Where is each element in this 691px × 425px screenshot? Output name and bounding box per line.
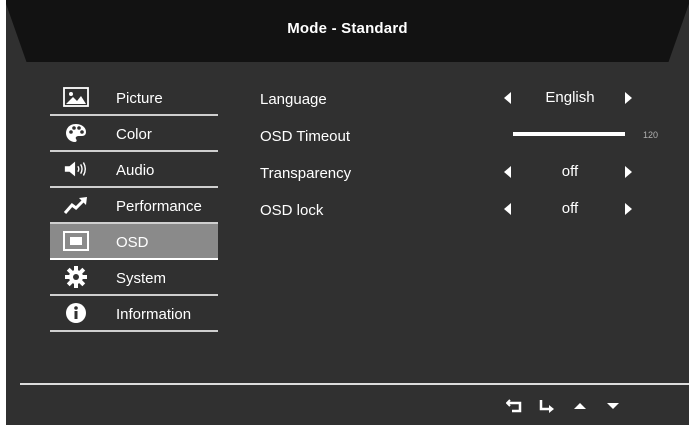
osd-main-menu: Picture Color Audio Performance OSD Syst… [50, 80, 218, 332]
osd-lock-label: OSD lock [260, 202, 324, 219]
footer-divider [20, 383, 689, 385]
menu-item-label: System [116, 270, 167, 287]
info-icon [63, 303, 89, 323]
menu-item-color[interactable]: Color [50, 116, 218, 152]
menu-item-label: Information [116, 306, 192, 323]
osd-timeout-value: 120 [643, 130, 659, 140]
osd-timeout-slider[interactable] [513, 132, 625, 136]
menu-item-label: Audio [116, 162, 155, 179]
menu-item-information[interactable]: Information [50, 296, 218, 332]
palette-icon [63, 123, 89, 143]
speaker-icon [63, 159, 89, 179]
menu-item-performance[interactable]: Performance [50, 188, 218, 224]
menu-item-label: Picture [116, 90, 163, 107]
language-label: Language [260, 91, 327, 108]
menu-item-system[interactable]: System [50, 260, 218, 296]
setting-row-osd-lock[interactable]: OSD lock off [260, 198, 680, 235]
enter-icon[interactable] [539, 398, 555, 414]
menu-item-audio[interactable]: Audio [50, 152, 218, 188]
header-banner: Mode - Standard [6, 0, 689, 62]
setting-row-language[interactable]: Language English [260, 87, 680, 124]
setting-row-osd-timeout[interactable]: OSD Timeout 120 [260, 124, 680, 161]
osd-settings-panel: Language English OSD Timeout 120 Transpa… [260, 87, 680, 235]
osd-timeout-slider-fill [513, 132, 625, 136]
language-next-arrow-icon[interactable] [625, 92, 632, 104]
back-icon[interactable] [506, 398, 522, 414]
menu-item-osd[interactable]: OSD [50, 224, 218, 260]
transparency-value: off [561, 163, 579, 180]
menu-item-label: OSD [116, 234, 149, 251]
menu-item-picture[interactable]: Picture [50, 80, 218, 116]
transparency-prev-arrow-icon[interactable] [504, 166, 511, 178]
transparency-next-arrow-icon[interactable] [625, 166, 632, 178]
menu-item-label: Performance [116, 198, 202, 215]
osd-window-icon [63, 231, 89, 251]
up-arrow-icon[interactable] [572, 398, 588, 414]
gear-icon [63, 266, 89, 288]
picture-icon [63, 87, 89, 107]
osd-lock-next-arrow-icon[interactable] [625, 203, 632, 215]
language-value: English [545, 89, 595, 106]
osd-panel: Mode - Standard Picture Color Audio Perf… [6, 0, 689, 425]
language-prev-arrow-icon[interactable] [504, 92, 511, 104]
down-arrow-icon[interactable] [605, 398, 621, 414]
menu-item-label: Color [116, 126, 152, 143]
transparency-label: Transparency [260, 165, 352, 182]
navigation-key-hints [506, 398, 621, 414]
setting-row-transparency[interactable]: Transparency off [260, 161, 680, 198]
osd-lock-prev-arrow-icon[interactable] [504, 203, 511, 215]
trend-up-icon [63, 195, 89, 215]
osd-lock-value: off [561, 200, 579, 217]
osd-timeout-label: OSD Timeout [260, 128, 351, 145]
mode-title: Mode - Standard [287, 20, 408, 37]
